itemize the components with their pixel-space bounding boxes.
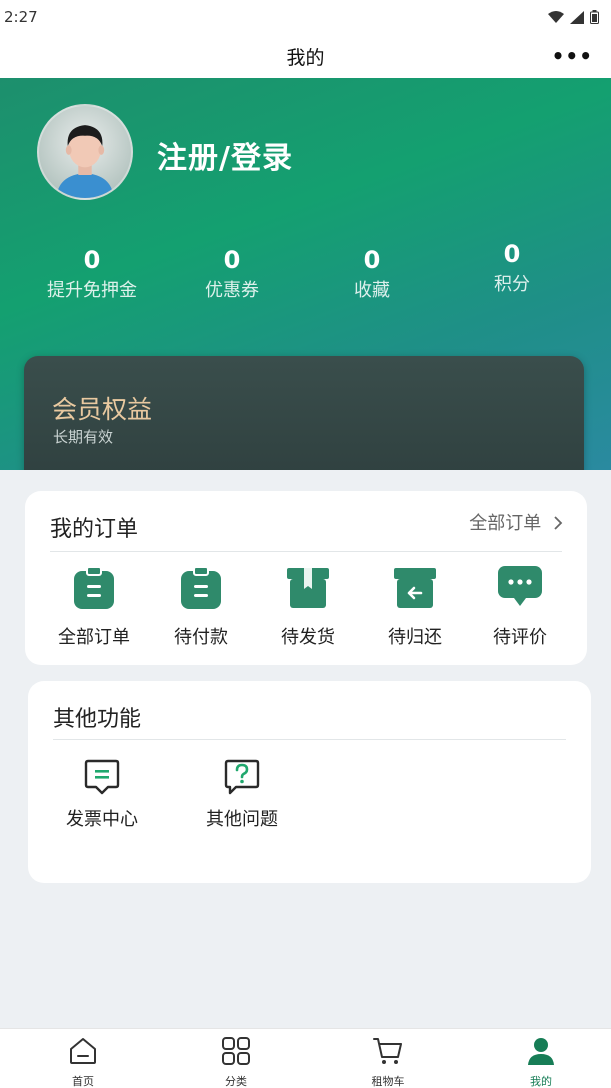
stat-points[interactable]: 0 积分 <box>462 240 562 296</box>
member-benefits-card[interactable]: 会员权益 长期有效 <box>24 356 584 470</box>
more-icon[interactable]: ••• <box>552 44 593 68</box>
all-orders-link[interactable]: 全部订单 <box>469 509 563 535</box>
cart-icon <box>373 1038 402 1064</box>
login-register-button[interactable]: 注册/登录 <box>157 133 293 177</box>
stat-favorites-value: 0 <box>363 246 381 274</box>
tab-home[interactable]: 首页 <box>43 1035 123 1088</box>
order-pending-payment-button[interactable]: 待付款 <box>146 565 256 649</box>
tab-rental-cart[interactable]: 租物车 <box>348 1035 428 1088</box>
question-icon <box>224 759 260 795</box>
order-pending-return-label: 待归还 <box>388 627 442 648</box>
stat-favorites-label: 收藏 <box>354 280 390 301</box>
chevron-right-icon <box>554 516 563 530</box>
other-functions-card: 其他功能 发票中心 其他问题 <box>28 681 591 883</box>
divider <box>50 551 562 552</box>
stat-coupons-label: 优惠券 <box>205 280 259 301</box>
order-pending-payment-label: 待付款 <box>174 627 228 648</box>
order-all-button[interactable]: 全部订单 <box>39 565 149 649</box>
stat-coupons[interactable]: 0 优惠券 <box>182 246 282 302</box>
nav-bar: 我的 ••• <box>0 34 611 78</box>
status-icons <box>548 10 599 24</box>
invoice-center-button[interactable]: 发票中心 <box>47 757 157 831</box>
tab-rental-cart-label: 租物车 <box>371 1075 405 1088</box>
grid-icon <box>222 1037 250 1065</box>
stat-deposit-label: 提升免押金 <box>47 280 137 301</box>
bottom-tab-bar: 首页 分类 租物车 我的 <box>0 1028 611 1088</box>
stat-points-label: 积分 <box>494 274 530 295</box>
tab-categories[interactable]: 分类 <box>196 1035 276 1088</box>
chat-bubble-icon <box>498 566 542 606</box>
order-pending-review-button[interactable]: 待评价 <box>465 565 575 649</box>
avatar-person-icon <box>56 125 114 198</box>
member-benefits-subtitle: 长期有效 <box>53 428 114 446</box>
status-time: 2:27 <box>4 8 38 26</box>
order-pending-return-button[interactable]: 待归还 <box>360 565 470 649</box>
invoice-icon <box>84 759 120 795</box>
clipboard-icon <box>74 566 114 609</box>
my-orders-card: 我的订单 全部订单 全部订单 待付款 待发货 待归还 待评价 <box>25 491 587 665</box>
stat-favorites[interactable]: 0 收藏 <box>322 246 422 302</box>
tab-mine[interactable]: 我的 <box>501 1035 581 1088</box>
order-pending-review-label: 待评价 <box>493 627 547 648</box>
tab-categories-label: 分类 <box>225 1075 247 1088</box>
profile-header: 注册/登录 0 提升免押金 0 优惠券 0 收藏 0 积分 会员权益 长期有效 <box>0 78 611 470</box>
all-orders-link-label: 全部订单 <box>469 513 542 534</box>
stat-deposit-value: 0 <box>83 246 101 274</box>
signal-icon <box>570 10 584 24</box>
other-functions-title: 其他功能 <box>53 707 142 732</box>
tab-mine-label: 我的 <box>530 1075 552 1088</box>
divider <box>53 739 566 740</box>
other-issues-label: 其他问题 <box>206 809 278 830</box>
home-icon <box>70 1038 96 1064</box>
other-issues-button[interactable]: 其他问题 <box>187 757 297 831</box>
my-orders-title: 我的订单 <box>50 517 139 542</box>
order-pending-shipment-label: 待发货 <box>281 627 335 648</box>
avatar[interactable] <box>37 104 133 200</box>
clipboard-icon <box>181 566 221 609</box>
member-benefits-title: 会员权益 <box>52 395 153 424</box>
user-icon <box>528 1038 554 1065</box>
wifi-icon <box>548 10 564 23</box>
stat-deposit[interactable]: 0 提升免押金 <box>32 246 152 302</box>
order-all-label: 全部订单 <box>58 627 130 648</box>
return-box-icon <box>394 568 436 608</box>
stat-points-value: 0 <box>503 240 521 268</box>
status-bar: 2:27 <box>0 0 611 34</box>
order-pending-shipment-button[interactable]: 待发货 <box>253 565 363 649</box>
page-title: 我的 <box>286 46 325 69</box>
stat-coupons-value: 0 <box>223 246 241 274</box>
box-icon <box>287 568 329 608</box>
invoice-center-label: 发票中心 <box>66 809 138 830</box>
tab-home-label: 首页 <box>72 1075 94 1088</box>
battery-icon <box>590 10 599 24</box>
